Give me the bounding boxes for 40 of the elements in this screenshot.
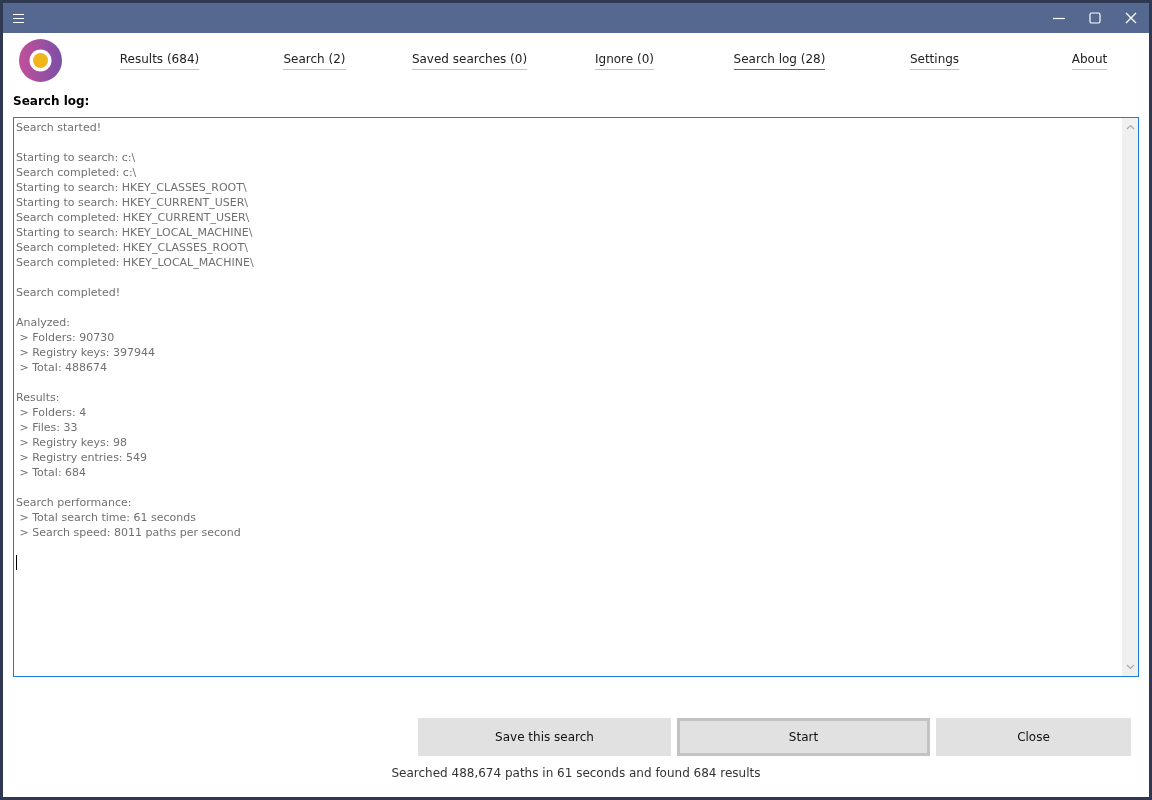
log-line: Search completed: HKEY_CLASSES_ROOT\ bbox=[16, 240, 249, 255]
log-line: Search completed! bbox=[16, 285, 122, 300]
log-line: > Registry keys: 98 bbox=[18, 435, 128, 450]
action-button[interactable]: Close bbox=[936, 718, 1131, 756]
eye-logo-icon bbox=[19, 39, 62, 82]
log-line: Starting to search: HKEY_LOCAL_MACHINE\ bbox=[16, 225, 254, 240]
text-cursor bbox=[16, 555, 17, 570]
nav-tab[interactable]: About bbox=[1071, 51, 1108, 70]
log-line: Search completed: HKEY_CURRENT_USER\ bbox=[16, 210, 251, 225]
log-line: Starting to search: c:\ bbox=[16, 150, 137, 165]
action-button[interactable]: Start bbox=[677, 718, 930, 756]
status-text: Searched 488,674 paths in 61 seconds and found 684 results bbox=[390, 766, 762, 780]
nav-tab[interactable]: Results (684) bbox=[119, 51, 200, 70]
section-heading: Search log: bbox=[13, 94, 91, 108]
log-line: > Registry entries: 549 bbox=[18, 450, 149, 465]
log-line: Results: bbox=[16, 390, 61, 405]
log-line: > Folders: 90730 bbox=[18, 330, 116, 345]
log-line: > Registry keys: 397944 bbox=[18, 345, 156, 360]
log-line: Search started! bbox=[16, 120, 103, 135]
action-button[interactable]: Save this search bbox=[418, 718, 671, 756]
log-line: > Search speed: 8011 paths per second bbox=[18, 525, 242, 540]
nav-tab[interactable]: Ignore (0) bbox=[595, 51, 654, 70]
log-line: Analyzed: bbox=[16, 315, 72, 330]
close-icon[interactable] bbox=[1125, 12, 1137, 24]
nav-tab[interactable]: Saved searches (0) bbox=[411, 51, 528, 70]
log-line: > Total: 684 bbox=[18, 465, 88, 480]
nav-tab[interactable]: Search (2) bbox=[283, 51, 346, 70]
log-line: > Folders: 4 bbox=[18, 405, 88, 420]
log-line: > Total: 488674 bbox=[18, 360, 109, 375]
log-line: Search completed: HKEY_LOCAL_MACHINE\ bbox=[16, 255, 255, 270]
log-line: > Files: 33 bbox=[18, 420, 79, 435]
menu-icon[interactable] bbox=[13, 13, 24, 23]
log-line: Starting to search: HKEY_CLASSES_ROOT\ bbox=[16, 180, 248, 195]
log-line: > Total search time: 61 seconds bbox=[18, 510, 197, 525]
log-line: Starting to search: HKEY_CURRENT_USER\ bbox=[16, 195, 250, 210]
nav-tab[interactable]: Settings bbox=[909, 51, 960, 70]
log-line: Search performance: bbox=[16, 495, 133, 510]
maximize-icon[interactable] bbox=[1089, 12, 1101, 24]
nav-tab[interactable]: Search log (28) bbox=[733, 51, 826, 70]
log-line: Search completed: c:\ bbox=[16, 165, 138, 180]
